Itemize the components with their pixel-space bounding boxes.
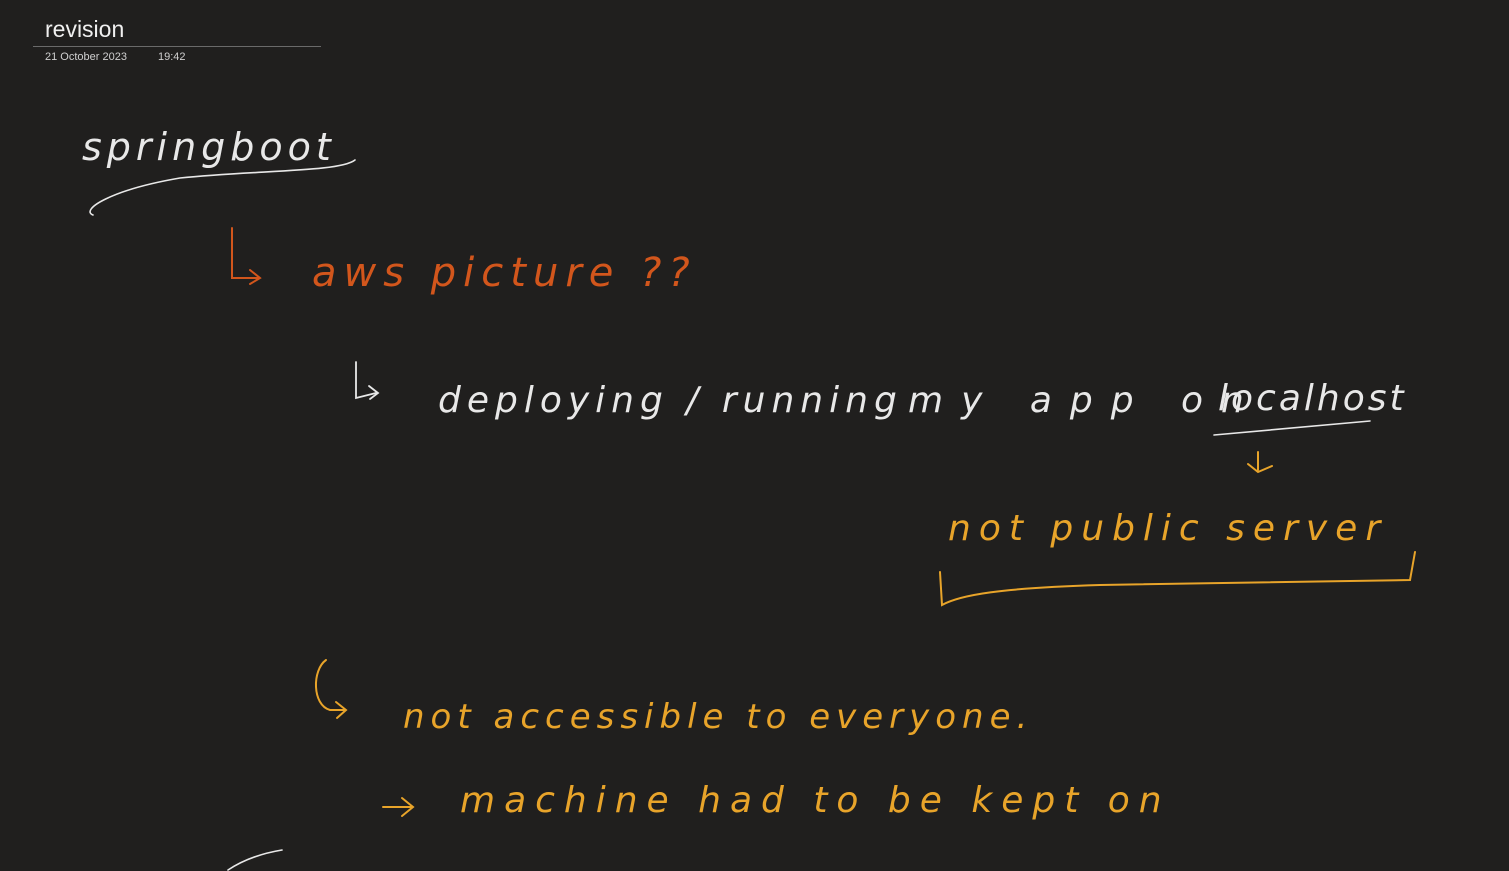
note-my-app-on: my app on	[908, 380, 1262, 421]
down-arrow-icon	[1247, 451, 1273, 474]
bracket-underline	[939, 551, 1416, 607]
note-machine-kept-on: machine had to be kept on	[460, 780, 1171, 821]
note-not-accessible: not accessible to everyone.	[403, 697, 1033, 737]
partial-ink-stroke	[227, 849, 283, 871]
note-page: revision 21 October 2023 19:42 springboo…	[0, 0, 1509, 871]
arrow-icon	[314, 659, 348, 719]
right-arrow-icon	[382, 797, 415, 817]
note-not-public-server: not public server	[948, 508, 1388, 549]
note-aws-picture: aws picture ??	[312, 250, 697, 296]
note-deploying: deploying / running	[438, 380, 903, 421]
arrow-icon	[355, 361, 380, 400]
ink-canvas: springboot aws picture ?? deploying / ru…	[82, 125, 1416, 871]
localhost-underline	[1213, 420, 1371, 436]
note-springboot: springboot	[82, 125, 336, 169]
note-localhost: localhost	[1218, 378, 1407, 419]
arrow-icon	[231, 227, 262, 285]
